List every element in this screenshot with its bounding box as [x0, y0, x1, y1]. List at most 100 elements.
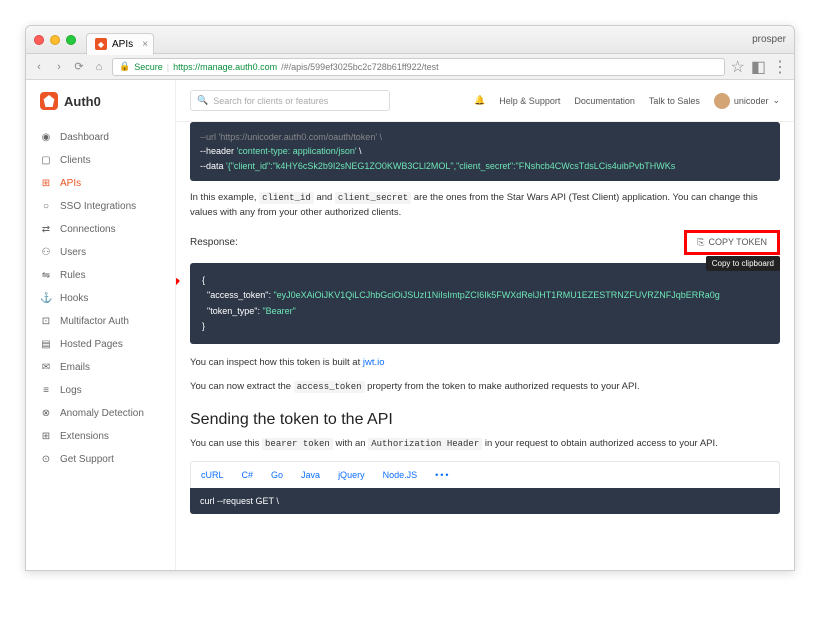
url-bar: ‹ › ⟳ ⌂ 🔒 Secure | https://manage.auth0.…: [26, 54, 794, 80]
response-label: Response:: [190, 237, 238, 248]
user-menu[interactable]: unicoder ⌄: [714, 93, 780, 109]
dashboard-icon: ◉: [40, 132, 52, 143]
sidebar-item-extensions[interactable]: ⊞Extensions: [26, 425, 175, 448]
request-code-block: curl --request GET \: [190, 488, 780, 514]
bell-icon[interactable]: 🔔: [474, 95, 485, 106]
hooks-icon: ⚓: [40, 293, 52, 304]
connections-icon: ⇄: [40, 224, 52, 235]
tab-csharp[interactable]: C#: [242, 470, 254, 480]
forward-button[interactable]: ›: [52, 60, 66, 74]
code-line: "access_token": "eyJ0eXAiOiJKV1QiLCJhbGc…: [202, 288, 768, 303]
chevron-down-icon: ⌄: [772, 95, 780, 106]
menu-icon[interactable]: ⋮: [772, 57, 788, 77]
sidebar-item-connections[interactable]: ⇄ Connections: [26, 218, 175, 241]
logs-icon: ≡: [40, 385, 52, 396]
link-help[interactable]: Help & Support: [499, 96, 560, 106]
sidebar-item-support[interactable]: ⊙Get Support: [26, 448, 175, 471]
main-content: 🔍 Search for clients or features 🔔 Help …: [176, 80, 794, 570]
explanation-text: In this example, client_id and client_se…: [190, 191, 780, 220]
response-code-block: { "access_token": "eyJ0eXAiOiJKV1QiLCJhb…: [190, 263, 780, 344]
tabs-more-button[interactable]: •••: [435, 470, 450, 480]
sidebar-item-label: Emails: [60, 362, 90, 373]
url-field[interactable]: 🔒 Secure | https://manage.auth0.com/#/ap…: [112, 58, 725, 76]
close-tab-icon[interactable]: ×: [142, 39, 148, 50]
tab-go[interactable]: Go: [271, 470, 283, 480]
url-host: https://manage.auth0.com: [173, 62, 277, 72]
code-line: }: [202, 319, 768, 334]
sidebar-item-clients[interactable]: ▢Clients: [26, 149, 175, 172]
browser-tab[interactable]: ◆ APIs ×: [86, 33, 154, 55]
sidebar-item-anomaly[interactable]: ⊗ Anomaly Detection: [26, 402, 175, 425]
users-icon: ⚇: [40, 247, 52, 258]
sidebar-item-label: Extensions: [60, 431, 109, 442]
copy-icon: ⎘: [697, 237, 704, 248]
code-language-tabs: cURL C# Go Java jQuery Node.JS •••: [190, 461, 780, 488]
sidebar-item-label: Multifactor Auth: [60, 316, 129, 327]
anomaly-icon: ⊗: [40, 408, 52, 419]
logo-row[interactable]: Auth0: [26, 80, 175, 122]
sidebar-item-label: SSO Integrations: [60, 201, 136, 212]
maximize-window-button[interactable]: [66, 35, 76, 45]
secure-label: Secure: [134, 62, 163, 72]
sidebar-item-mfa[interactable]: ⊡ Multifactor Auth: [26, 310, 175, 333]
tab-java[interactable]: Java: [301, 470, 320, 480]
sending-text: You can use this bearer token with an Au…: [190, 437, 780, 452]
sso-icon: ○: [40, 201, 52, 212]
tab-nodejs[interactable]: Node.JS: [383, 470, 418, 480]
highlight-arrow-icon: [176, 267, 184, 287]
section-heading: Sending the token to the API: [190, 411, 780, 429]
sidebar-item-hooks[interactable]: ⚓ Hooks: [26, 287, 175, 310]
tab-jquery[interactable]: jQuery: [338, 470, 365, 480]
jwtio-link[interactable]: jwt.io: [363, 357, 385, 368]
username: unicoder: [734, 96, 769, 106]
home-button[interactable]: ⌂: [92, 60, 106, 74]
copy-token-button[interactable]: ⎘ COPY TOKEN: [684, 230, 780, 255]
link-docs[interactable]: Documentation: [574, 96, 635, 106]
code-line: --header 'content-type: application/json…: [200, 144, 770, 158]
curl-code-block: --url 'https://unicoder.auth0.com/oauth/…: [190, 122, 780, 181]
avatar: [714, 93, 730, 109]
sidebar-item-label: Hooks: [60, 293, 88, 304]
mfa-icon: ⊡: [40, 316, 52, 327]
sidebar-item-hosted[interactable]: ▤Hosted Pages: [26, 333, 175, 356]
url-path: /#/apis/599ef3025bc2c728b61ff922/test: [281, 62, 438, 72]
browser-profile[interactable]: prosper: [752, 34, 786, 45]
sidebar-item-label: Logs: [60, 385, 82, 396]
sidebar-item-sso[interactable]: ○ SSO Integrations: [26, 195, 175, 218]
copy-tooltip: Copy to clipboard: [706, 256, 780, 271]
sidebar-item-label: Anomaly Detection: [60, 408, 144, 419]
sidebar-item-logs[interactable]: ≡ Logs: [26, 379, 175, 402]
sidebar-item-apis[interactable]: ⊞APIs: [26, 172, 175, 195]
window-titlebar: ◆ APIs × prosper: [26, 26, 794, 54]
back-button[interactable]: ‹: [32, 60, 46, 74]
sidebar-item-rules[interactable]: ⇋Rules: [26, 264, 175, 287]
bookmark-icon[interactable]: ☆: [731, 57, 745, 77]
search-icon: 🔍: [197, 95, 208, 106]
sidebar-item-label: Users: [60, 247, 86, 258]
close-window-button[interactable]: [34, 35, 44, 45]
apis-icon: ⊞: [40, 178, 52, 189]
sidebar-item-dashboard[interactable]: ◉Dashboard: [26, 126, 175, 149]
auth0-logo-icon: [40, 92, 58, 110]
reload-button[interactable]: ⟳: [72, 60, 86, 74]
topbar: 🔍 Search for clients or features 🔔 Help …: [176, 80, 794, 122]
hosted-icon: ▤: [40, 339, 52, 350]
extension-icon[interactable]: ◧: [751, 57, 766, 77]
rules-icon: ⇋: [40, 270, 52, 281]
code-line: --url 'https://unicoder.auth0.com/oauth/…: [200, 130, 770, 144]
search-placeholder: Search for clients or features: [213, 96, 328, 106]
sidebar-item-emails[interactable]: ✉Emails: [26, 356, 175, 379]
support-icon: ⊙: [40, 454, 52, 465]
link-sales[interactable]: Talk to Sales: [649, 96, 700, 106]
tab-curl[interactable]: cURL: [201, 470, 224, 480]
minimize-window-button[interactable]: [50, 35, 60, 45]
extract-text: You can now extract the access_token pro…: [190, 380, 780, 395]
search-input[interactable]: 🔍 Search for clients or features: [190, 90, 390, 111]
sidebar: Auth0 ◉Dashboard ▢Clients ⊞APIs ○ SSO Int…: [26, 80, 176, 570]
tab-favicon: ◆: [95, 38, 107, 50]
clients-icon: ▢: [40, 155, 52, 166]
sidebar-item-label: Connections: [60, 224, 116, 235]
sidebar-item-users[interactable]: ⚇ Users: [26, 241, 175, 264]
inspect-text: You can inspect how this token is built …: [190, 356, 780, 370]
code-line: curl --request GET \: [200, 496, 770, 506]
